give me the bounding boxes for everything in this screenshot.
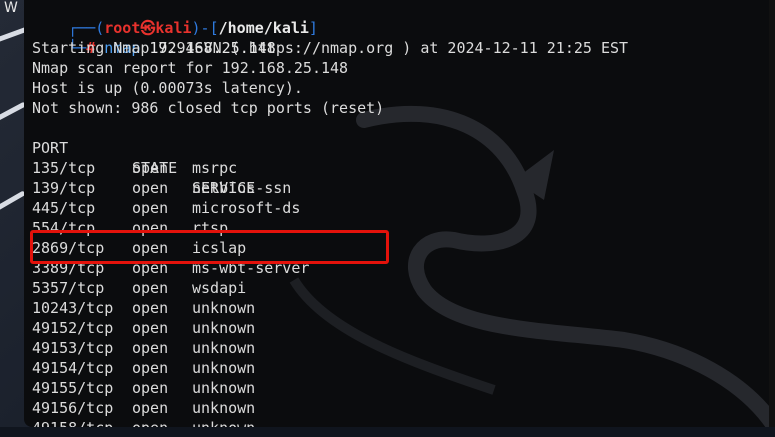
output-line: Nmap scan report for 192.168.25.148	[32, 59, 349, 77]
port-row: 49153/tcp open unknown	[32, 318, 432, 357]
taskbar-strip	[0, 427, 775, 437]
port-row: 49152/tcp open unknown	[32, 298, 432, 337]
output-line: Not shown: 986 closed tcp ports (reset)	[32, 99, 385, 117]
port-row: 10243/tcp open unknown	[32, 278, 432, 317]
prompt-frame-close: ]	[308, 19, 318, 37]
output-line: Host is up (0.00073s latency).	[32, 79, 303, 97]
port-row: 49158/tcp open unknown	[32, 398, 432, 427]
port-row: 139/tcp open netbios-ssn	[32, 158, 432, 197]
port-row: 49156/tcp open unknown	[32, 378, 432, 417]
desktop-label: W	[4, 0, 18, 16]
prompt-line: ┌──(root㉿kali)-[/home/kali]	[32, 0, 318, 37]
command-line[interactable]: └─# nmap 192.168.25.148	[32, 18, 276, 57]
port-row: 49154/tcp open unknown	[32, 338, 432, 377]
port-number: 49158/tcp	[32, 418, 113, 427]
port-service: unknown	[192, 418, 255, 427]
terminal-scrollbar[interactable]	[769, 0, 775, 427]
port-state: open	[132, 418, 168, 427]
terminal-window[interactable]: ┌──(root㉿kali)-[/home/kali] └─# nmap 192…	[24, 0, 775, 427]
ports-table-header: PORT STATE SERVICE	[32, 118, 432, 197]
port-row: 554/tcp open rtsp	[32, 198, 432, 237]
annotation-highlight-box	[30, 230, 389, 264]
port-row: 49155/tcp open unknown	[32, 358, 432, 397]
output-line: Starting Nmap 7.94SVN ( https://nmap.org…	[32, 39, 629, 57]
wallpaper-streak	[0, 190, 26, 215]
port-row: 135/tcp open msrpc	[32, 138, 432, 177]
port-row: 445/tcp open microsoft-ds	[32, 178, 432, 217]
wallpaper-streak	[0, 101, 27, 125]
